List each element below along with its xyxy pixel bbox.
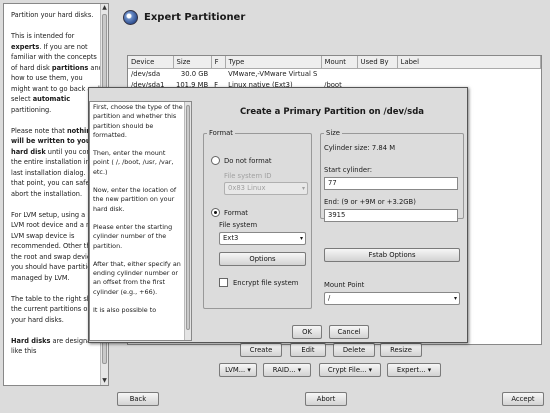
file-system-id-select[interactable]: 0x83 Linux ▾ [224,182,308,195]
cell-device: /dev/sda [131,70,161,79]
start-cylinder-input[interactable]: 77 [324,177,458,190]
chevron-down-icon: ▾ [299,235,303,242]
table-row[interactable]: /dev/sda 30.0 GB VMware,-VMware Virtual … [128,69,541,80]
page-title: Expert Partitioner [144,11,246,23]
scroll-up-icon[interactable]: ▲ [101,4,108,12]
resize-button[interactable]: Resize [380,343,422,357]
mount-point-value: / [328,294,331,302]
encrypt-checkbox[interactable] [219,278,228,287]
raid-button[interactable]: RAID... ▾ [263,363,311,377]
dlg-help-p4: Please enter the starting cylinder numbe… [93,222,173,250]
col-format[interactable]: F [211,56,226,69]
cell-format [211,69,225,80]
ok-button[interactable]: OK [292,325,322,339]
chevron-down-icon: ▾ [427,366,432,374]
partitioner-icon [123,9,138,25]
cell-size: 30.0 GB [180,70,209,79]
cell-type: VMware,-VMware Virtual S [228,70,318,79]
dlg-help-p6: It is also possible to [93,306,157,315]
accept-button[interactable]: Accept [502,392,544,406]
encrypt-label[interactable]: Encrypt file system [233,279,298,287]
start-cylinder-label: Start cylinder: [324,166,373,174]
format-radio[interactable] [211,208,220,217]
dlg-help-p5: After that, either specify an ending cyl… [93,259,181,296]
file-system-select[interactable]: Ext3 ▾ [219,232,306,245]
mount-point-select[interactable]: / ▾ [324,292,460,305]
file-system-label: File system [219,221,258,229]
size-group: Size Cylinder size: 7.84 M Start cylinde… [320,129,464,222]
col-device[interactable]: Device [128,56,174,69]
chevron-down-icon: ▾ [368,366,373,374]
chevron-down-icon: ▾ [297,366,302,374]
file-system-value: Ext3 [223,234,239,242]
delete-button[interactable]: Delete [333,343,375,357]
cell-label [397,69,540,80]
help-intro: Partition your hard disks. [11,11,94,19]
format-group: Format Do not format File system ID 0x83… [203,129,312,309]
dialog-help-panel: First, choose the type of the partition … [89,101,192,341]
col-used-by[interactable]: Used By [357,56,398,69]
cell-used-by [357,69,397,80]
cell-mount [321,69,357,80]
dialog-help-scroll-thumb[interactable] [186,105,190,330]
file-system-id-label: File system ID [224,172,272,180]
end-input[interactable]: 3915 [324,209,458,222]
cylinder-size-label: Cylinder size: 7.84 M [324,144,396,152]
col-mount[interactable]: Mount [321,56,358,69]
do-not-format-radio[interactable] [211,156,220,165]
options-button[interactable]: Options [219,252,306,266]
table-header-row: Device Size F Type Mount Used By Label [128,56,542,69]
crypt-file-label: Crypt File... [327,366,367,374]
raid-label: RAID... [272,366,296,374]
abort-button[interactable]: Abort [305,392,347,406]
format-label[interactable]: Format [224,209,248,217]
dlg-help-p3: Now, enter the location of the new parti… [93,186,177,213]
dialog-title: Create a Primary Partition on /dev/sda [239,107,425,117]
dlg-help-p2: Then, enter the mount point ( /, /boot, … [93,149,174,176]
dialog-help-scrollbar[interactable] [184,102,191,340]
lvm-label: LVM... [225,366,246,374]
edit-button[interactable]: Edit [290,343,326,357]
col-size[interactable]: Size [173,56,212,69]
mount-point-label: Mount Point [324,281,365,289]
chevron-down-icon: ▾ [301,185,305,192]
crypt-file-button[interactable]: Crypt File... ▾ [319,363,381,377]
create-partition-dialog: First, choose the type of the partition … [88,87,468,343]
title-row: Expert Partitioner [123,9,245,25]
back-button[interactable]: Back [117,392,159,406]
col-type[interactable]: Type [225,56,322,69]
do-not-format-label[interactable]: Do not format [224,157,272,165]
size-group-label: Size [324,129,342,137]
format-group-label: Format [207,129,235,137]
col-label[interactable]: Label [397,56,542,69]
lvm-button[interactable]: LVM... ▾ [219,363,257,377]
dlg-help-p1: First, choose the type of the partition … [93,103,183,139]
chevron-down-icon: ▾ [247,366,251,374]
create-button[interactable]: Create [240,343,282,357]
end-label: End: (9 or +9M or +3.2GB) [324,198,416,206]
expert-label: Expert... [396,366,426,374]
file-system-id-value: 0x83 Linux [228,184,266,192]
fstab-options-button[interactable]: Fstab Options [324,248,460,262]
scroll-down-icon[interactable]: ▼ [101,377,108,385]
chevron-down-icon: ▾ [453,295,457,302]
cancel-button[interactable]: Cancel [329,325,369,339]
expert-button[interactable]: Expert... ▾ [387,363,441,377]
